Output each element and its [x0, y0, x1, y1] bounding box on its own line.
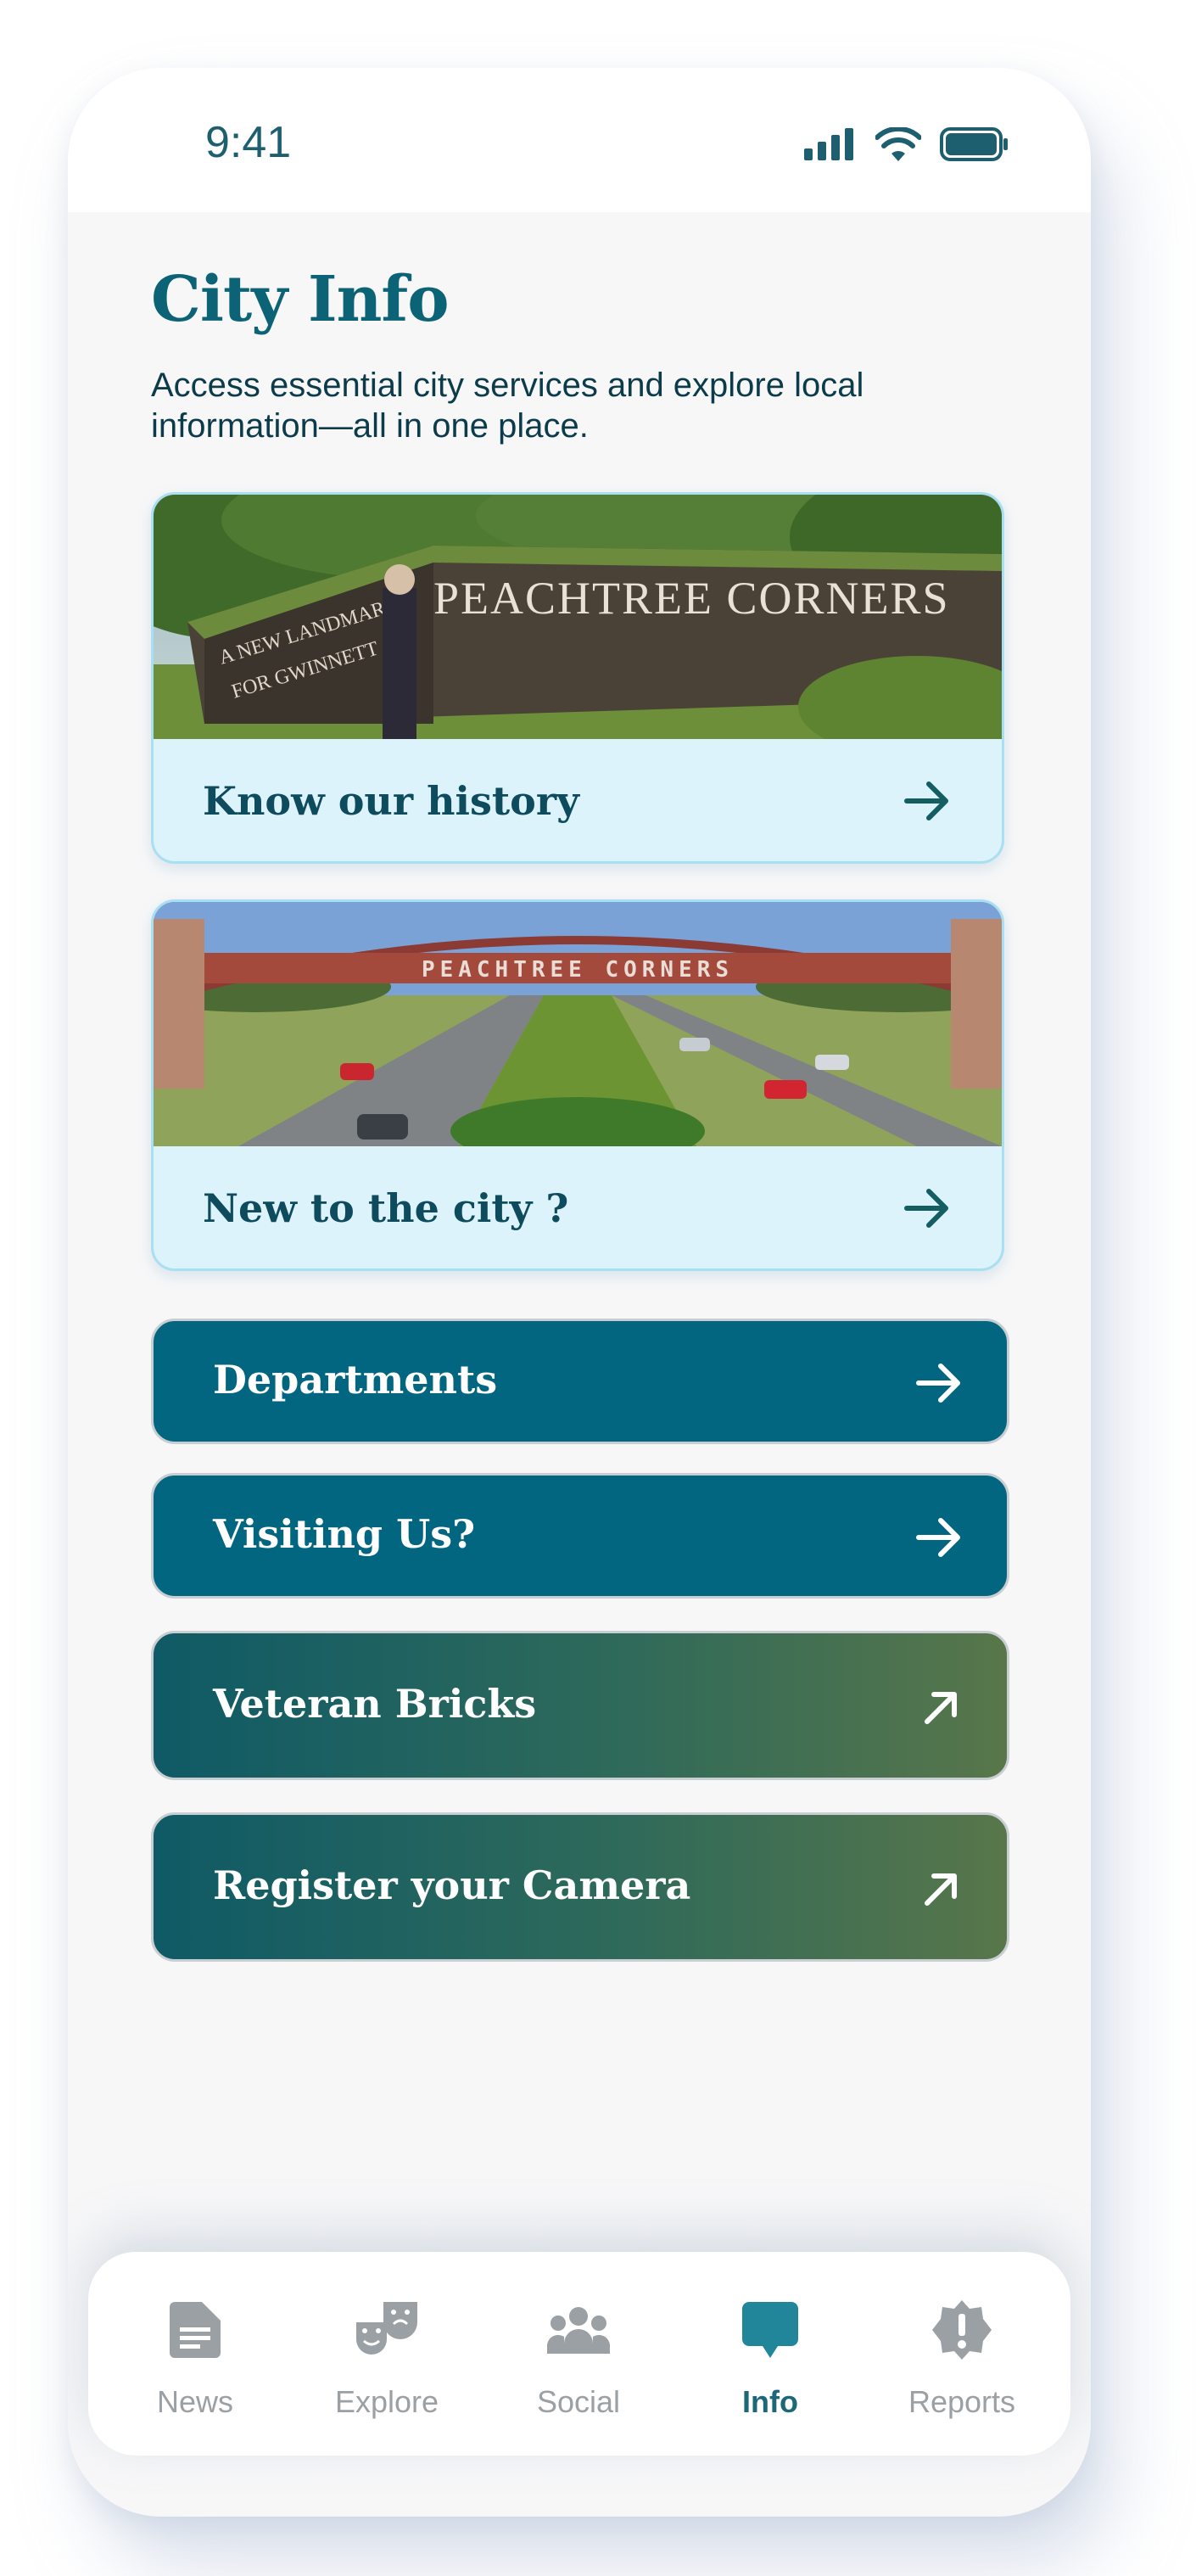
- page-title: City Info: [151, 263, 450, 336]
- svg-text:PEACHTREE CORNERS: PEACHTREE CORNERS: [422, 957, 734, 983]
- people-group-icon: [547, 2307, 610, 2354]
- bottom-tab-bar: News Explore Social Info Reports: [88, 2252, 1070, 2456]
- tab-info[interactable]: Info: [685, 2296, 855, 2420]
- document-icon: [170, 2302, 221, 2358]
- signal-icon: [804, 128, 853, 160]
- arrow-right-icon: [916, 1364, 960, 1403]
- phone-frame: 9:41 City Info Access essential city ser…: [68, 68, 1091, 2517]
- history-landmark-image: PEACHTREE CORNERS A NEW LANDMARK FOR GWI…: [154, 495, 1002, 739]
- tab-news[interactable]: News: [110, 2296, 280, 2420]
- arrow-up-right-icon: [925, 1692, 957, 1724]
- tab-social-label: Social: [536, 2384, 621, 2419]
- alert-badge-icon: [932, 2300, 992, 2360]
- visiting-us-button[interactable]: Visiting Us?: [151, 1473, 1009, 1599]
- city-bridge-image: PEACHTREE CORNERS: [154, 902, 1002, 1146]
- chat-bubble-icon: [742, 2302, 798, 2358]
- know-history-label: Know our history: [203, 778, 579, 824]
- svg-text:PEACHTREE CORNERS: PEACHTREE CORNERS: [433, 573, 950, 624]
- tab-reports-label: Reports: [908, 2384, 1016, 2419]
- status-bar: 9:41: [68, 68, 1091, 212]
- tab-news-label: News: [156, 2384, 234, 2419]
- veteran-bricks-label: Veteran Bricks: [213, 1681, 537, 1727]
- tab-info-label: Info: [742, 2384, 798, 2419]
- theater-masks-icon: [356, 2302, 417, 2355]
- new-to-city-card[interactable]: PEACHTREE CORNERS New to the city ?: [151, 899, 1004, 1271]
- arrow-right-icon: [916, 1518, 960, 1557]
- wifi-icon: [875, 127, 921, 161]
- tab-social[interactable]: Social: [494, 2296, 663, 2420]
- arrow-up-right-icon: [925, 1873, 957, 1906]
- status-icons: [804, 127, 1009, 161]
- veteran-bricks-button[interactable]: Veteran Bricks: [151, 1631, 1009, 1780]
- register-camera-button[interactable]: Register your Camera: [151, 1812, 1009, 1962]
- know-history-card[interactable]: PEACHTREE CORNERS A NEW LANDMARK FOR GWI…: [151, 492, 1004, 864]
- page-subtitle: Access essential city services and explo…: [151, 367, 864, 445]
- visiting-us-label: Visiting Us?: [213, 1511, 476, 1557]
- arrow-right-icon: [904, 1189, 948, 1228]
- departments-label: Departments: [213, 1357, 498, 1403]
- register-camera-label: Register your Camera: [213, 1862, 691, 1908]
- tab-explore-label: Explore: [334, 2384, 439, 2419]
- tab-explore[interactable]: Explore: [302, 2296, 472, 2420]
- departments-button[interactable]: Departments: [151, 1319, 1009, 1444]
- arrow-right-icon: [904, 781, 948, 820]
- status-time: 9:41: [205, 118, 292, 167]
- new-to-city-label: New to the city ?: [203, 1185, 569, 1231]
- tab-reports[interactable]: Reports: [877, 2296, 1047, 2420]
- battery-icon: [940, 127, 1008, 161]
